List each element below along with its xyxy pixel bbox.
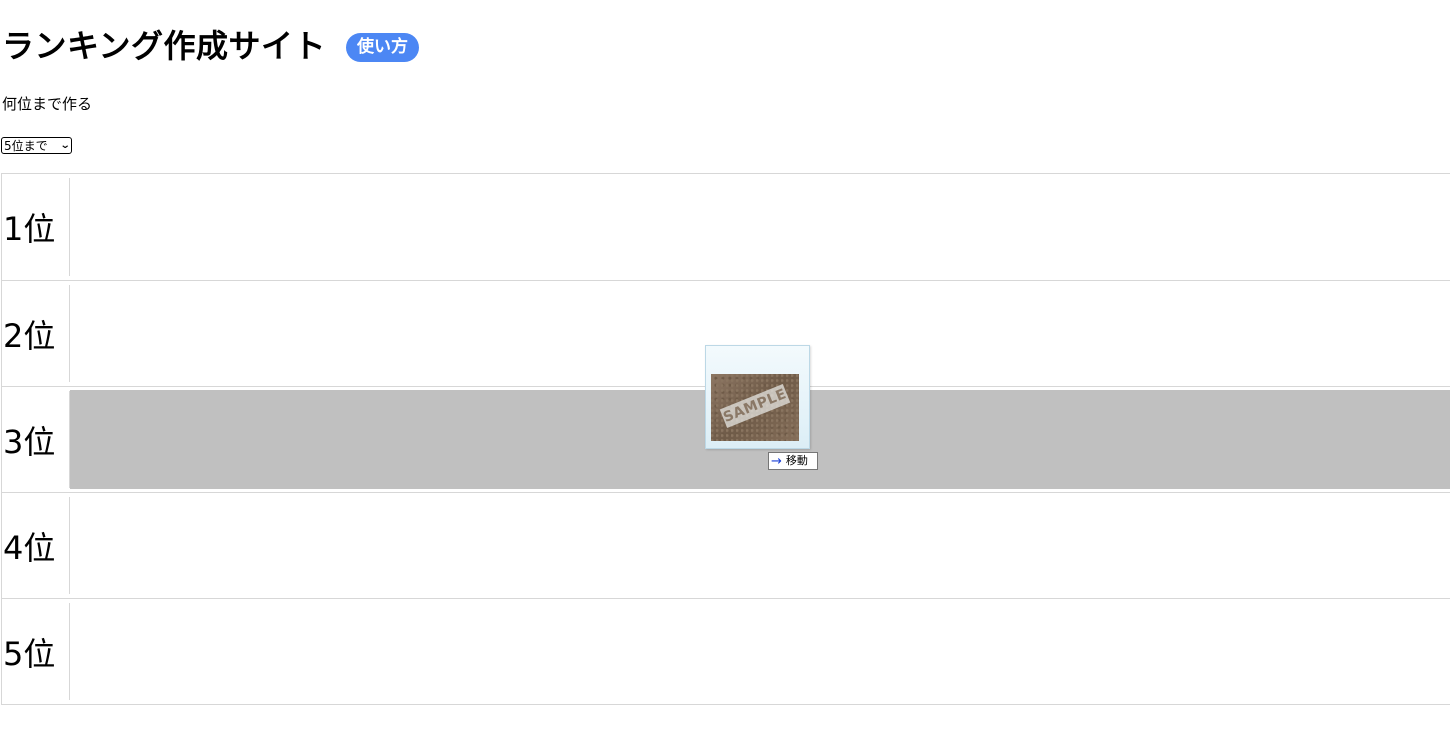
rank-count-select[interactable]: 5位まで ⌄ xyxy=(1,137,72,154)
rank-count-label: 何位まで作る xyxy=(2,95,93,113)
rank-count-selected-value: 5位まで xyxy=(4,138,48,153)
rank-drop-zone-4[interactable] xyxy=(70,496,1450,595)
page: ランキング作成サイト 使い方 何位まで作る 5位まで ⌄ 1位 2位 3位 4位… xyxy=(0,0,1450,741)
sample-watermark: SAMPLE xyxy=(719,383,791,429)
rank-label: 3位 xyxy=(2,387,70,492)
rank-drop-zone-5[interactable] xyxy=(70,602,1450,701)
header: ランキング作成サイト 使い方 xyxy=(2,24,420,68)
rank-row-5: 5位 xyxy=(2,598,1450,704)
rank-row-4: 4位 xyxy=(2,492,1450,598)
rank-label: 5位 xyxy=(2,599,70,704)
rank-label: 4位 xyxy=(2,493,70,598)
rank-label: 1位 xyxy=(2,174,70,280)
rank-drop-zone-1[interactable] xyxy=(70,177,1450,277)
howto-button[interactable]: 使い方 xyxy=(346,32,420,62)
chevron-down-icon: ⌄ xyxy=(59,139,71,151)
sample-image: SAMPLE xyxy=(711,374,799,441)
drag-ghost-image[interactable]: SAMPLE xyxy=(705,345,810,449)
right-arrow-icon: → xyxy=(771,453,782,469)
rank-row-1: 1位 xyxy=(2,174,1450,280)
rank-label: 2位 xyxy=(2,281,70,386)
move-tooltip-label: 移動 xyxy=(785,454,808,467)
move-tooltip: → 移動 xyxy=(768,452,818,470)
page-title: ランキング作成サイト xyxy=(2,27,327,65)
